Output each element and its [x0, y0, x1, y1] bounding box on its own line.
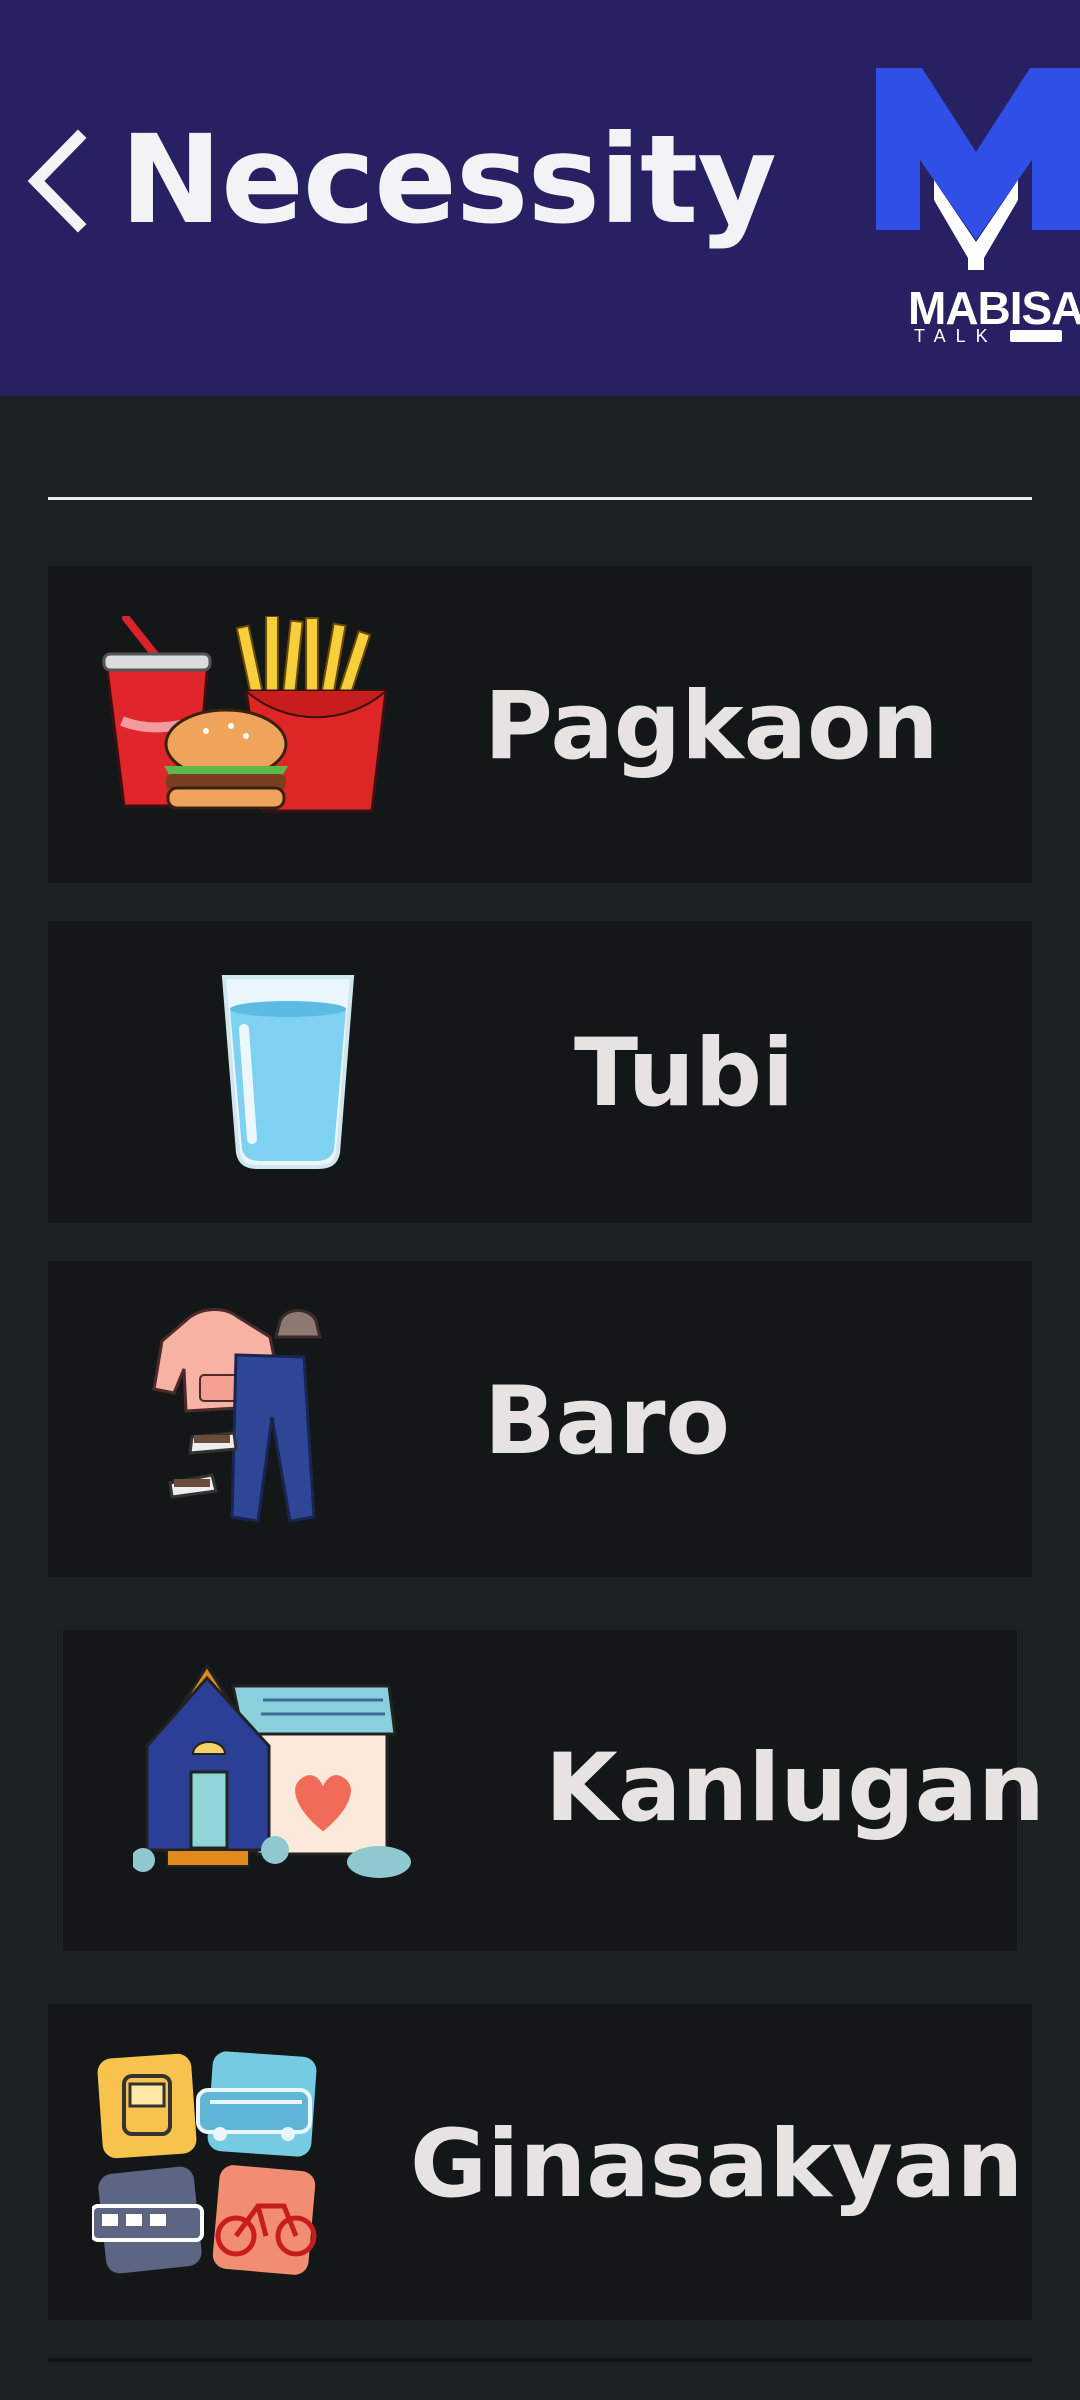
category-label: Ginasakyan [410, 2110, 1024, 2219]
clothes-icon [152, 1308, 322, 1523]
back-button[interactable] [26, 126, 96, 236]
category-card-ginasakyan[interactable]: Ginasakyan [48, 2004, 1032, 2320]
category-card-kanlugan[interactable]: Kanlugan [63, 1630, 1045, 1951]
transport-icon [92, 2051, 317, 2275]
category-label: Kanlugan [545, 1734, 1045, 1843]
list-bottom-divider [48, 2358, 1032, 2362]
page-title: Necessity [120, 109, 777, 251]
water-glass-icon [221, 975, 355, 1169]
section-divider [48, 497, 1032, 500]
mabisa-talk-logo: MABISA TALK [872, 60, 1080, 350]
category-label: Pagkaon [484, 672, 939, 781]
app-header: Necessity MABISA TALK [0, 0, 1080, 396]
chevron-left-icon [27, 129, 87, 233]
category-label: Tubi [574, 1019, 795, 1128]
category-label: Baro [484, 1367, 731, 1476]
category-card-pagkaon[interactable]: Pagkaon [48, 566, 1032, 883]
house-icon [133, 1664, 411, 1878]
fast-food-icon [102, 616, 388, 813]
category-card-tubi[interactable]: Tubi [48, 921, 1032, 1223]
category-card-baro[interactable]: Baro [48, 1261, 1032, 1577]
